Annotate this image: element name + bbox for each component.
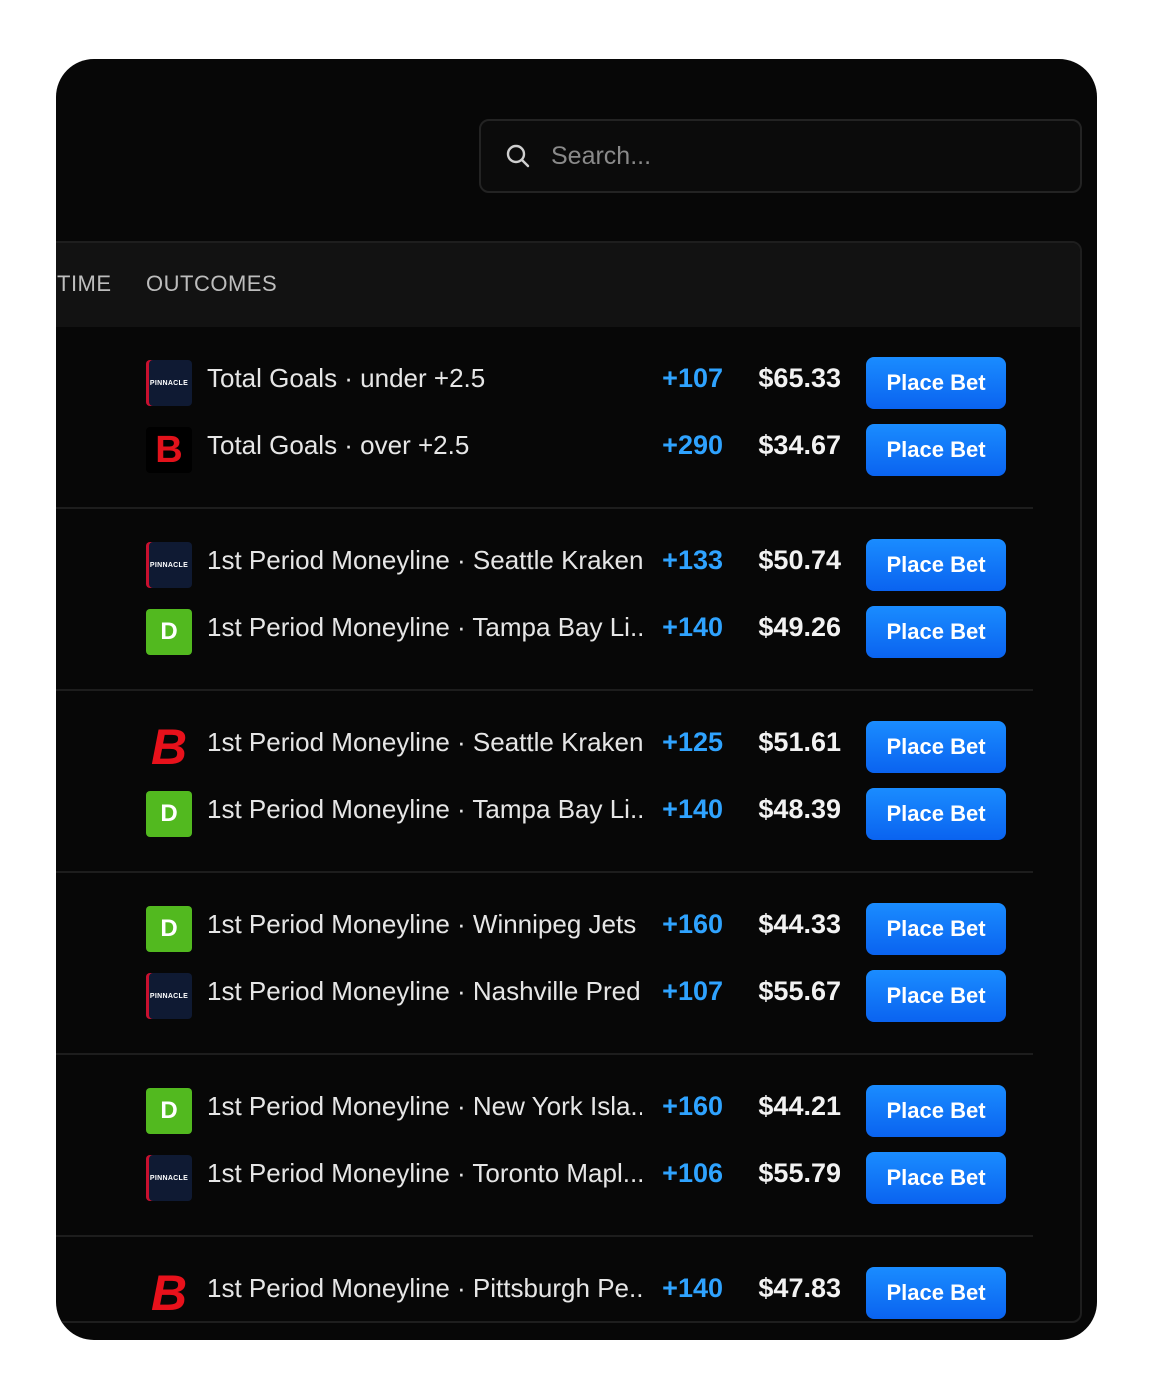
odds-value: +140 xyxy=(662,1273,723,1303)
stake-amount: $55.79 xyxy=(758,1158,841,1188)
table-row: D 1st Period Moneyline · Tampa Bay Li... +… xyxy=(56,781,1033,848)
pinnacle-logo-icon: PINNACLE xyxy=(146,1155,192,1201)
search-bar[interactable] xyxy=(479,119,1082,193)
place-bet-button[interactable]: Place Bet xyxy=(866,1085,1006,1137)
stake-amount: $48.39 xyxy=(758,794,841,824)
place-bet-button[interactable]: Place Bet xyxy=(866,1152,1006,1204)
outcome-label: 1st Period Moneyline · Pittsburgh Pe... xyxy=(207,1273,642,1303)
bet365-logo-icon: B xyxy=(150,1270,188,1316)
pinnacle-logo-icon: PINNACLE xyxy=(146,973,192,1019)
outcome-label: 1st Period Moneyline · Nashville Pred... xyxy=(207,976,642,1006)
bet365-logo-icon: B xyxy=(150,724,188,770)
stake-amount: $51.61 xyxy=(758,727,841,757)
outcome-label: 1st Period Moneyline · Seattle Kraken xyxy=(207,727,642,757)
table-row: B Total Goals · over +2.5 +290 $34.67 Place … xyxy=(56,417,1033,484)
bet-group: D 1st Period Moneyline · Winnipeg Jets +16… xyxy=(56,873,1033,1055)
table-row: D 1st Period Moneyline · Winnipeg Jets +16… xyxy=(56,896,1033,963)
odds-value: +160 xyxy=(662,1091,723,1121)
place-bet-button[interactable]: Place Bet xyxy=(866,788,1006,840)
stake-amount: $55.67 xyxy=(758,976,841,1006)
outcome-label: Total Goals · over +2.5 xyxy=(207,430,470,460)
search-icon xyxy=(505,143,531,169)
bet-group: D 1st Period Moneyline · New York Isla...… xyxy=(56,1055,1033,1237)
place-bet-button[interactable]: Place Bet xyxy=(866,606,1006,658)
table-row: B 1st Period Moneyline · Pittsburgh Pe...… xyxy=(56,1260,1033,1321)
betting-panel: TIME OUTCOMES PINNACLE Total Goals · unde… xyxy=(56,59,1097,1340)
table-header: TIME OUTCOMES xyxy=(56,243,1080,327)
betonline-logo-icon: B xyxy=(146,427,192,473)
outcome-label: 1st Period Moneyline · New York Isla... xyxy=(207,1091,642,1121)
table-row: PINNACLE 1st Period Moneyline · Seattle K… xyxy=(56,532,1033,599)
odds-value: +140 xyxy=(662,612,723,642)
outcomes-table: TIME OUTCOMES PINNACLE Total Goals · unde… xyxy=(56,241,1082,1323)
outcome-label: 1st Period Moneyline · Tampa Bay Li... xyxy=(207,612,642,642)
bet-group: B 1st Period Moneyline · Pittsburgh Pe...… xyxy=(56,1237,1033,1321)
odds-value: +125 xyxy=(662,727,723,757)
odds-value: +107 xyxy=(662,363,723,393)
pinnacle-logo-icon: PINNACLE xyxy=(146,542,192,588)
bet-group: PINNACLE 1st Period Moneyline · Seattle K… xyxy=(56,509,1033,691)
odds-value: +140 xyxy=(662,794,723,824)
stake-amount: $34.67 xyxy=(758,430,841,460)
table-row: PINNACLE 1st Period Moneyline · Nashville… xyxy=(56,963,1033,1030)
table-row: PINNACLE Total Goals · under +2.5 +107 $65.… xyxy=(56,350,1033,417)
table-row: B 1st Period Moneyline · Seattle Kraken +1… xyxy=(56,714,1033,781)
odds-value: +290 xyxy=(662,430,723,460)
odds-value: +106 xyxy=(662,1158,723,1188)
table-row: PINNACLE 1st Period Moneyline · Toronto M… xyxy=(56,1145,1033,1212)
stake-amount: $50.74 xyxy=(758,545,841,575)
odds-value: +107 xyxy=(662,976,723,1006)
table-row: D 1st Period Moneyline · Tampa Bay Li... +… xyxy=(56,599,1033,666)
column-header-time[interactable]: TIME xyxy=(57,271,112,297)
bet-group: PINNACLE Total Goals · under +2.5 +107 $65.… xyxy=(56,327,1033,509)
search-input[interactable] xyxy=(549,140,1033,172)
stake-amount: $44.33 xyxy=(758,909,841,939)
stake-amount: $47.83 xyxy=(758,1273,841,1303)
place-bet-button[interactable]: Place Bet xyxy=(866,357,1006,409)
draftkings-logo-icon: D xyxy=(146,906,192,952)
stake-amount: $65.33 xyxy=(758,363,841,393)
stake-amount: $49.26 xyxy=(758,612,841,642)
place-bet-button[interactable]: Place Bet xyxy=(866,539,1006,591)
stake-amount: $44.21 xyxy=(758,1091,841,1121)
place-bet-button[interactable]: Place Bet xyxy=(866,903,1006,955)
draftkings-logo-icon: D xyxy=(146,609,192,655)
draftkings-logo-icon: D xyxy=(146,791,192,837)
outcome-label: Total Goals · under +2.5 xyxy=(207,363,486,393)
outcome-label: 1st Period Moneyline · Toronto Mapl... xyxy=(207,1158,642,1188)
place-bet-button[interactable]: Place Bet xyxy=(866,1267,1006,1319)
column-header-outcomes[interactable]: OUTCOMES xyxy=(146,271,277,297)
outcome-label: 1st Period Moneyline · Seattle Kraken xyxy=(207,545,642,575)
pinnacle-logo-icon: PINNACLE xyxy=(146,360,192,406)
bet-group: B 1st Period Moneyline · Seattle Kraken +1… xyxy=(56,691,1033,873)
draftkings-logo-icon: D xyxy=(146,1088,192,1134)
table-row: D 1st Period Moneyline · New York Isla...… xyxy=(56,1078,1033,1145)
place-bet-button[interactable]: Place Bet xyxy=(866,721,1006,773)
odds-value: +160 xyxy=(662,909,723,939)
outcome-label: 1st Period Moneyline · Tampa Bay Li... xyxy=(207,794,642,824)
odds-value: +133 xyxy=(662,545,723,575)
outcome-label: 1st Period Moneyline · Winnipeg Jets xyxy=(207,909,637,939)
place-bet-button[interactable]: Place Bet xyxy=(866,970,1006,1022)
place-bet-button[interactable]: Place Bet xyxy=(866,424,1006,476)
